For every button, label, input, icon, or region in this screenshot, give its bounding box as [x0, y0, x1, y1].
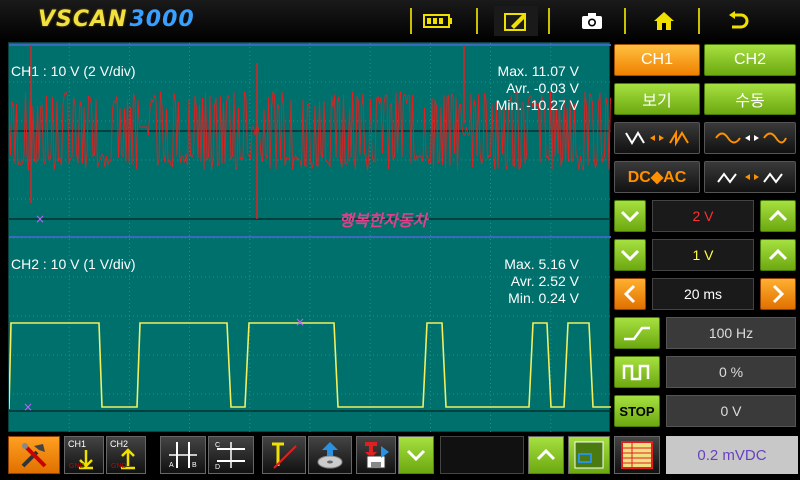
ch1-avr: Avr. -0.03 V	[506, 80, 579, 96]
save-button[interactable]	[356, 436, 396, 474]
cursor-marker: ×	[23, 400, 33, 414]
frequency-value: 100 Hz	[666, 317, 796, 349]
horizontal-cursor-icon: CD	[215, 442, 245, 470]
camera-button[interactable]	[570, 6, 614, 36]
home-button[interactable]	[642, 6, 686, 36]
ch1-min: Min. -10.27 V	[495, 97, 579, 113]
ch2-avr: Avr. 2.52 V	[510, 273, 579, 289]
cursor-vertical-button[interactable]: AB	[160, 436, 206, 474]
data-table-button[interactable]	[614, 436, 660, 474]
ch1-volt-up-button[interactable]	[760, 200, 796, 232]
view-button[interactable]: 보기	[614, 83, 700, 115]
app-logo: VSCAN 3000	[38, 7, 195, 35]
waveform-toggle-icon	[625, 129, 689, 147]
ch1-volt-value: 2 V	[652, 200, 754, 232]
chevron-right-icon	[772, 284, 785, 304]
ch1-label: CH1 : 10 V (2 V/div)	[11, 63, 136, 79]
cursor-horizontal-button[interactable]: CD	[208, 436, 254, 474]
trigger-level-button[interactable]	[262, 436, 306, 474]
trigger-toggle-icon	[717, 172, 783, 184]
manual-button[interactable]: 수동	[704, 83, 796, 115]
dc-ac-button[interactable]: DC◆AC	[614, 161, 700, 193]
logo-model: 3000	[129, 7, 195, 32]
chevron-down-icon	[406, 449, 426, 462]
ch2-volt-value: 1 V	[652, 239, 754, 271]
ch2-position-button[interactable]: CH2 GND	[106, 436, 146, 474]
ch1-volt-down-button[interactable]	[614, 200, 646, 232]
ch2-max: Max. 5.16 V	[504, 256, 579, 272]
tools-icon	[21, 443, 47, 468]
scroll-down-button[interactable]	[398, 436, 434, 474]
logo-brand: VSCAN	[38, 7, 128, 32]
chevron-down-icon	[620, 210, 640, 223]
ch2-label: CH2 : 10 V (1 V/div)	[11, 256, 136, 272]
vertical-cursor-icon: AB	[169, 442, 197, 469]
rising-edge-icon	[624, 326, 650, 341]
cursor-marker: ×	[35, 212, 45, 226]
svg-text:GND: GND	[69, 463, 85, 470]
camera-icon	[582, 13, 602, 29]
sine-mode-button[interactable]	[704, 122, 796, 154]
zoom-box-icon	[574, 441, 604, 469]
zoom-button[interactable]	[568, 436, 610, 474]
ch2-tag: CH2	[110, 439, 129, 449]
chevron-down-icon	[620, 249, 640, 262]
back-arrow-icon	[729, 11, 749, 29]
separator	[548, 8, 550, 34]
separator	[698, 8, 700, 34]
time-increase-button[interactable]	[760, 278, 796, 310]
cursor-marker: ×	[295, 315, 305, 329]
memory-slot-display	[440, 436, 524, 474]
load-button[interactable]	[308, 436, 352, 474]
chevron-left-icon	[623, 284, 636, 304]
pencil-icon	[504, 13, 526, 31]
scope-screen[interactable]: × × × CH1 : 10 V (2 V/div) Max. 11.07 V Av…	[8, 42, 611, 433]
home-icon	[654, 12, 674, 30]
watermark-text: 행복한자동차	[339, 213, 428, 230]
trigger-slope-button[interactable]	[614, 317, 660, 349]
dvm-reading: 0.2 mVDC	[666, 436, 798, 474]
separator	[624, 8, 626, 34]
svg-text:A: A	[169, 462, 174, 469]
back-button[interactable]	[716, 6, 760, 36]
save-icon	[365, 442, 389, 469]
chevron-up-icon	[768, 248, 788, 261]
pulse-icon	[622, 364, 650, 381]
time-decrease-button[interactable]	[614, 278, 646, 310]
disc-upload-icon	[317, 442, 343, 469]
ch1-tag: CH1	[68, 439, 87, 449]
ch2-select-button[interactable]: CH2	[704, 44, 796, 76]
ch1-select-button[interactable]: CH1	[614, 44, 700, 76]
svg-text:GND: GND	[111, 463, 127, 470]
ch2-volt-up-button[interactable]	[760, 239, 796, 271]
battery-icon	[416, 6, 460, 36]
top-bar: VSCAN 3000	[0, 0, 800, 42]
dc-ac-label: DC◆AC	[627, 169, 687, 186]
duty-button[interactable]	[614, 356, 660, 388]
chevron-up-icon	[768, 209, 788, 222]
svg-text:C: C	[215, 442, 220, 449]
edit-button[interactable]	[494, 6, 538, 36]
ch2-min: Min. 0.24 V	[508, 290, 579, 306]
ch2-volt-down-button[interactable]	[614, 239, 646, 271]
separator	[476, 8, 478, 34]
separator	[410, 8, 412, 34]
waveform-mode-button[interactable]	[614, 122, 700, 154]
scroll-up-button[interactable]	[528, 436, 564, 474]
chevron-up-icon	[536, 448, 556, 461]
stop-button[interactable]: STOP	[614, 395, 660, 427]
ch1-position-button[interactable]: CH1 GND	[64, 436, 104, 474]
trigger-edge-button[interactable]	[704, 161, 796, 193]
stop-value: 0 V	[666, 395, 796, 427]
trigger-level-icon	[272, 442, 297, 469]
duty-value: 0 %	[666, 356, 796, 388]
sine-toggle-icon	[715, 132, 787, 144]
svg-text:D: D	[215, 464, 220, 470]
svg-text:B: B	[192, 462, 197, 469]
time-base-value: 20 ms	[652, 278, 754, 310]
tools-button[interactable]	[8, 436, 60, 474]
table-icon	[621, 441, 653, 469]
ch1-max: Max. 11.07 V	[497, 63, 579, 79]
